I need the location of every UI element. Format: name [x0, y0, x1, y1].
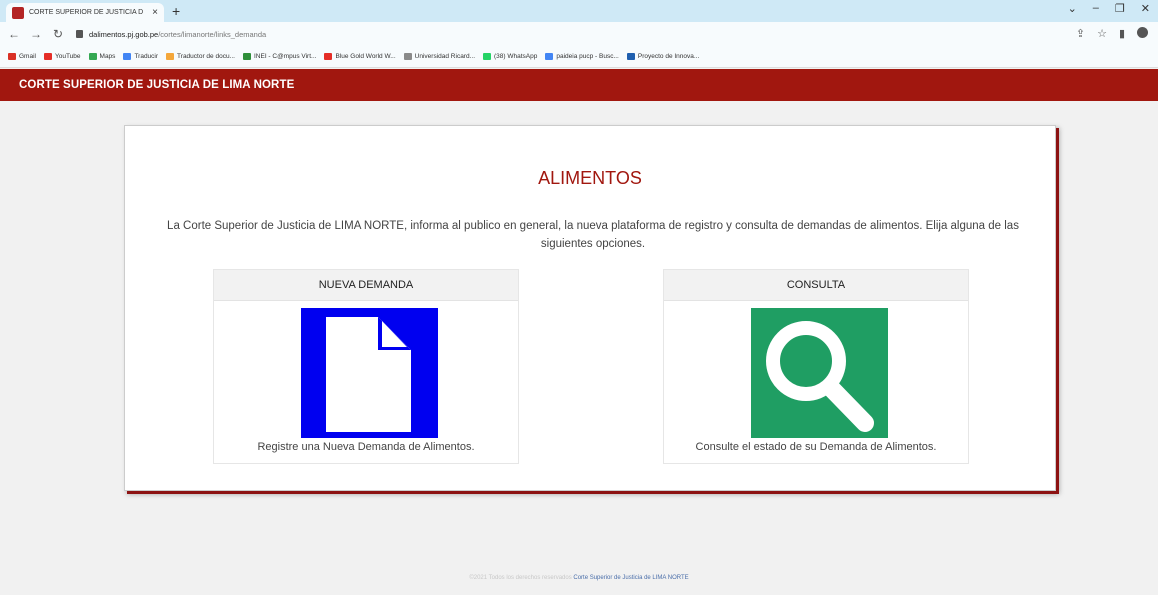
bookmark-icon [545, 53, 554, 60]
bookmark-icon [8, 53, 16, 60]
bookmark-item[interactable]: Traductor de docu... [166, 53, 235, 60]
bookmark-item[interactable]: Maps [88, 53, 116, 60]
back-icon[interactable]: ← [8, 27, 20, 41]
bookmark-label: Universidad Ricard... [414, 53, 475, 60]
bookmark-icon [123, 53, 132, 60]
page-description: La Corte Superior de Justicia de LIMA NO… [167, 220, 1019, 250]
option-caption: Consulte el estado de su Demanda de Alim… [695, 441, 937, 453]
bookmark-label: Gmail [19, 53, 36, 60]
url-text: dalimentos.pj.gob.pe/cortes/limanorte/li… [89, 30, 266, 39]
bookmark-label: INEI - C@mpus Virt... [253, 53, 317, 60]
favicon-icon [12, 6, 24, 19]
bookmark-label: Proyecto de Innova... [637, 53, 700, 60]
bookmark-icon [43, 53, 52, 60]
option-heading: CONSULTA [664, 270, 968, 301]
url-path: /cortes/limanorte/links_demanda [158, 29, 267, 39]
reload-icon[interactable]: ↻ [52, 27, 64, 41]
bookmark-label: Blue Gold World W... [335, 53, 396, 60]
url-host: dalimentos.pj.gob.pe [89, 29, 159, 39]
bookmark-icon [242, 53, 251, 60]
bookmark-icon [166, 53, 175, 60]
bookmark-item[interactable]: INEI - C@mpus Virt... [242, 53, 317, 60]
bookmark-icon [88, 53, 97, 60]
restore-icon[interactable]: ❐ [1115, 2, 1125, 15]
option-heading: NUEVA DEMANDA [214, 270, 518, 301]
main-card: ALIMENTOS La Corte Superior de Justicia … [124, 125, 1056, 491]
bookmark-label: (38) WhatsApp [494, 53, 538, 60]
bookmark-icon [483, 53, 491, 60]
browser-toolbar: ← → ↻ dalimentos.pj.gob.pe/cortes/limano… [0, 22, 1158, 46]
bookmark-item[interactable]: Blue Gold World W... [324, 53, 396, 60]
profile-avatar-icon[interactable] [1137, 27, 1148, 38]
bookmark-label: Maps [99, 53, 116, 60]
nueva-demanda-image[interactable] [301, 308, 438, 438]
tab-search-icon[interactable]: ⌄ [1068, 2, 1077, 15]
consulta-image[interactable] [751, 308, 888, 438]
page-header-title: CORTE SUPERIOR DE JUSTICIA DE LIMA NORTE [19, 79, 295, 91]
bookmarks-bar: Gmail YouTube Maps Traducir Traductor de doc… [0, 46, 1158, 68]
magnifier-icon [766, 321, 874, 432]
bookmark-label: Traductor de docu... [177, 53, 235, 60]
bookmark-item[interactable]: Traducir [123, 53, 158, 60]
toolbar-actions: ⇪ ☆ ▮ [1076, 27, 1148, 40]
bookmark-label: Traducir [134, 53, 159, 60]
footer-link[interactable]: Corte Superior de Justicia de LIMA NORTE [573, 575, 688, 581]
close-tab-icon[interactable]: × [152, 7, 158, 18]
star-icon[interactable]: ☆ [1097, 27, 1107, 40]
bookmark-item[interactable]: Proyecto de Innova... [626, 53, 700, 60]
close-window-icon[interactable]: ✕ [1141, 2, 1150, 15]
bookmark-item[interactable]: Gmail [8, 53, 36, 60]
lock-icon [76, 30, 83, 38]
bookmark-item[interactable]: YouTube [43, 53, 81, 60]
option-caption: Registre una Nueva Demanda de Alimentos. [257, 441, 475, 453]
window-controls: ⌄ – ❐ ✕ [1068, 2, 1150, 15]
document-icon [326, 317, 411, 432]
footer-text: ©2021 Todos los derechos reservados [469, 575, 572, 581]
new-tab-button[interactable]: + [172, 3, 180, 19]
option-consulta[interactable]: CONSULTA Consulte el estado de su Demand… [663, 269, 969, 464]
share-icon[interactable]: ⇪ [1076, 27, 1085, 40]
browser-tabstrip: CORTE SUPERIOR DE JUSTICIA D × + ⌄ – ❐ ✕ [0, 0, 1158, 22]
page-title: ALIMENTOS [538, 168, 642, 188]
bookmark-label: paideia pucp - Busc... [556, 53, 619, 60]
page-footer: ©2021 Todos los derechos reservados Cort… [0, 575, 1158, 581]
tab-title: CORTE SUPERIOR DE JUSTICIA D [29, 9, 144, 16]
page-header: CORTE SUPERIOR DE JUSTICIA DE LIMA NORTE [0, 69, 1158, 101]
option-nueva-demanda[interactable]: NUEVA DEMANDA Registre una Nueva Demanda… [213, 269, 519, 464]
browser-tab[interactable]: CORTE SUPERIOR DE JUSTICIA D × [6, 3, 164, 22]
bookmark-label: YouTube [54, 53, 81, 60]
bookmark-item[interactable]: paideia pucp - Busc... [545, 53, 619, 60]
bookmark-icon [626, 53, 635, 60]
bookmark-item[interactable]: (38) WhatsApp [483, 53, 537, 60]
bookmark-icon [324, 53, 333, 60]
bookmark-icon [403, 53, 412, 60]
address-bar[interactable]: dalimentos.pj.gob.pe/cortes/limanorte/li… [76, 30, 266, 39]
sidepanel-icon[interactable]: ▮ [1119, 27, 1125, 40]
forward-icon[interactable]: → [30, 27, 42, 41]
bookmark-item[interactable]: Universidad Ricard... [403, 53, 475, 60]
minimize-icon[interactable]: – [1093, 2, 1099, 15]
